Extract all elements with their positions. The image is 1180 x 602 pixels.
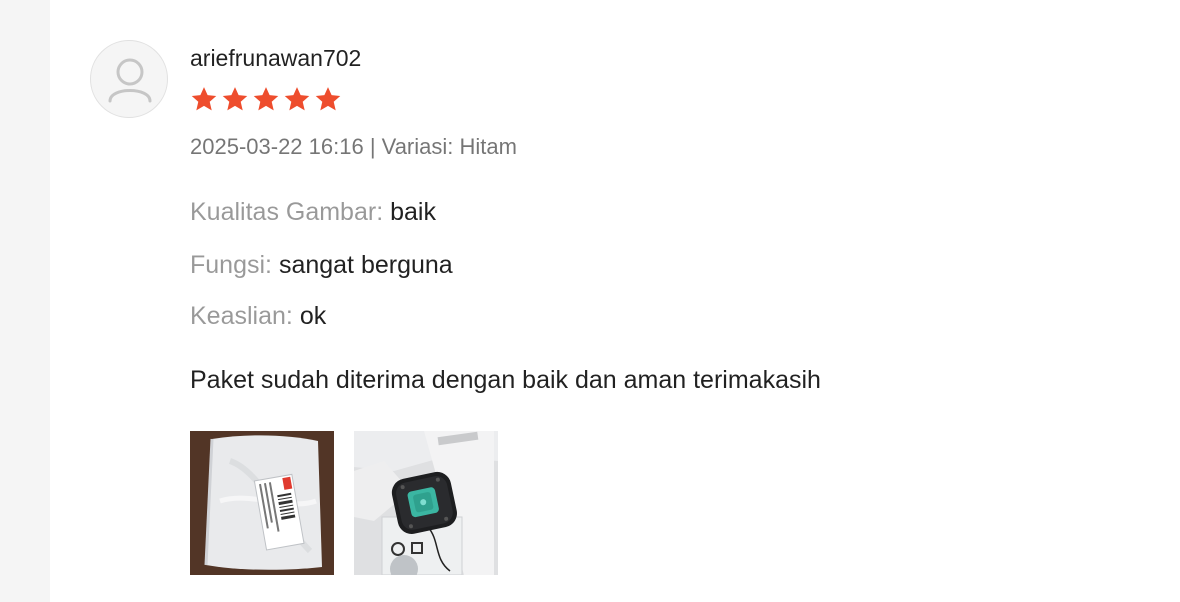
user-avatar[interactable] [90, 40, 168, 118]
camera-detector-photo-icon [354, 431, 498, 575]
attribute-label: Keaslian: [190, 302, 293, 330]
review-comment: Paket sudah diterima dengan baik dan ama… [190, 366, 821, 394]
star-icon [253, 87, 279, 111]
attribute-function: Fungsi: sangat berguna [190, 249, 453, 281]
meta-separator: | [363, 134, 382, 159]
variation-value: Hitam [459, 134, 517, 159]
attribute-value: baik [390, 198, 436, 226]
attribute-label: Kualitas Gambar: [190, 198, 384, 226]
star-icon [191, 87, 217, 111]
attribute-image-quality: Kualitas Gambar: baik [190, 196, 436, 228]
rating-stars [190, 85, 342, 113]
review-photo-thumbnail[interactable] [354, 431, 498, 575]
star-icon [284, 87, 310, 111]
attribute-value: ok [299, 302, 327, 330]
review-meta: 2025-03-22 16:16 | Variasi: Hitam [190, 133, 517, 161]
package-photo-icon [190, 431, 334, 575]
review-timestamp: 2025-03-22 16:16 [190, 134, 364, 159]
attribute-label: Fungsi: [190, 251, 272, 279]
star-icon [222, 87, 248, 111]
attribute-authenticity: Keaslian: ok [190, 300, 326, 332]
star-icon [315, 87, 341, 111]
attribute-value: sangat berguna [278, 251, 453, 279]
reviewer-username[interactable]: ariefrunawan702 [190, 44, 361, 72]
user-icon [108, 58, 152, 103]
review-photo-thumbnail[interactable] [190, 431, 334, 575]
variation-label: Variasi: [381, 134, 454, 159]
